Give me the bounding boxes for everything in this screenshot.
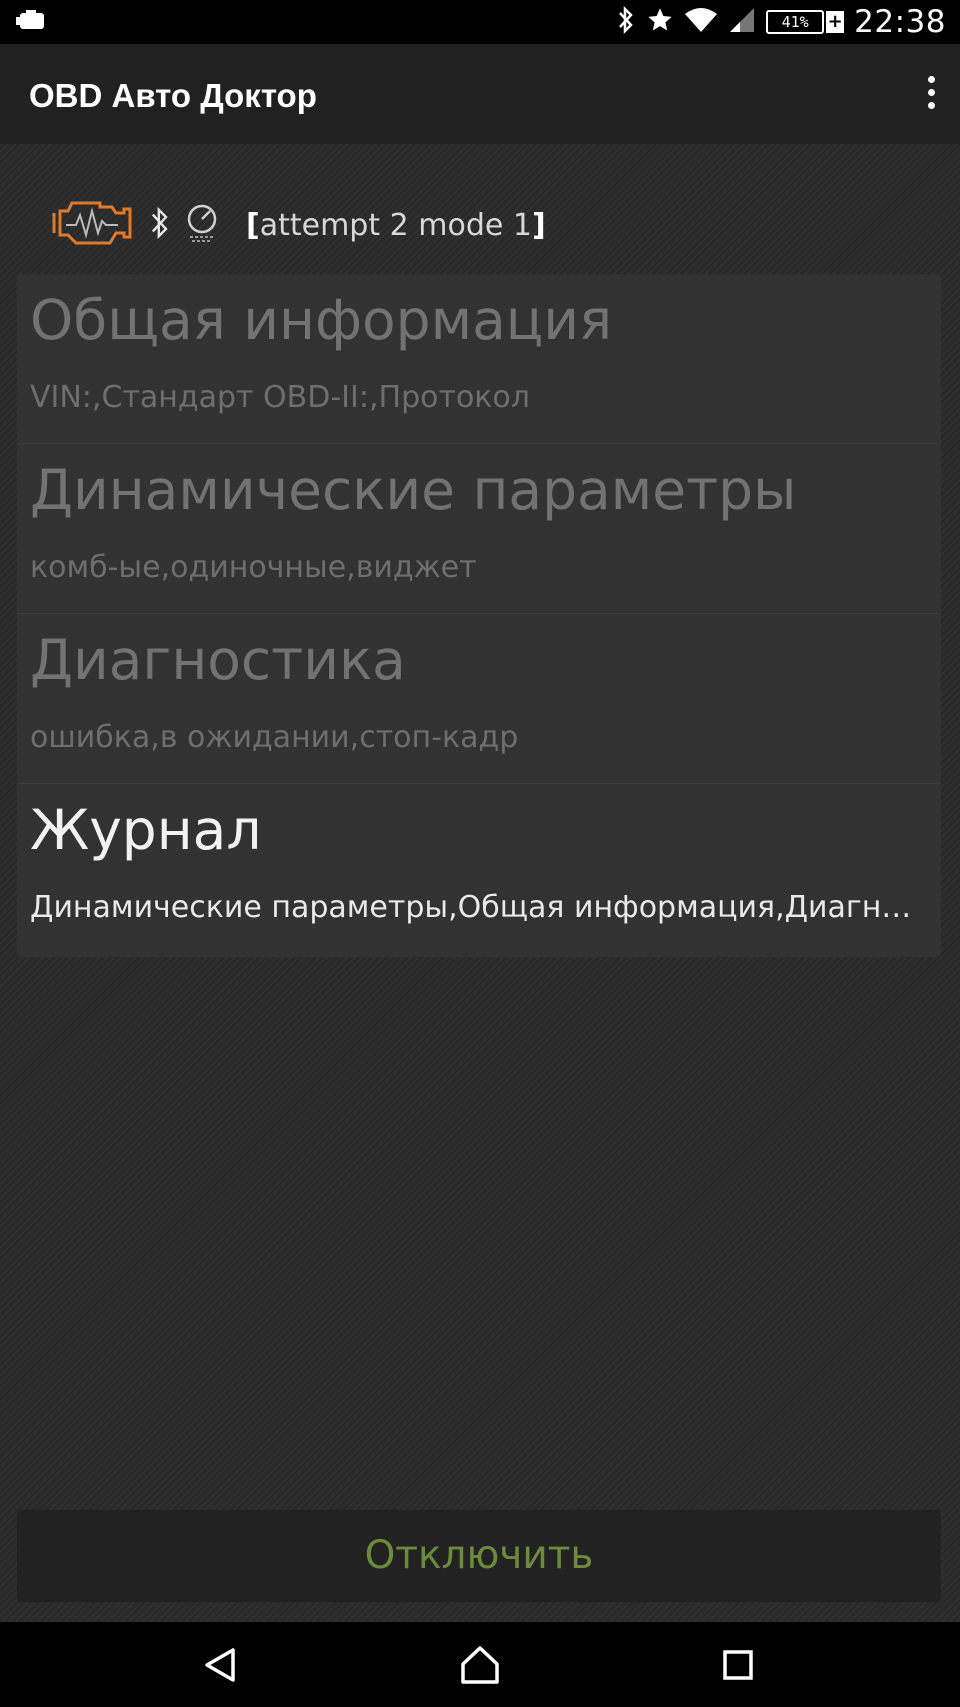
menu-item-general-info[interactable]: Общая информация VIN:,Стандарт OBD-II:,П… [17,274,941,444]
star-icon [646,6,674,38]
main-content: [attempt 2 mode 1] Общая информация VIN:… [0,144,960,1622]
gauge-icon [184,203,220,247]
menu-item-log[interactable]: Журнал Динамические параметры,Общая инфо… [17,784,941,956]
menu-item-subtitle: ошибка,в ожидании,стоп-кадр [30,720,519,755]
charging-icon: + [826,11,845,33]
back-icon[interactable] [197,1640,247,1690]
menu-item-subtitle: комб-ые,одиночные,виджет [30,550,477,585]
status-bar: 41% + 22:38 [0,0,960,44]
notification-icon [16,8,46,38]
cellular-signal-icon [728,6,756,38]
app-bar: OBD Авто Доктор [0,44,960,144]
wifi-icon [684,6,718,38]
connection-status-row: [attempt 2 mode 1] [50,190,546,260]
more-vert-icon[interactable] [924,76,938,112]
home-icon[interactable] [455,1640,505,1690]
menu-item-title: Общая информация [30,288,613,352]
menu-item-diagnostics[interactable]: Диагностика ошибка,в ожидании,стоп-кадр [17,614,941,784]
menu-item-title: Журнал [30,798,262,862]
connection-status-text: [attempt 2 mode 1] [246,207,546,243]
battery-icon: 41% [766,10,825,34]
menu-item-title: Диагностика [30,628,406,692]
clock: 22:38 [854,4,946,40]
recents-icon[interactable] [713,1640,763,1690]
app-title: OBD Авто Доктор [29,77,317,114]
menu-item-dynamic-params[interactable]: Динамические параметры комб-ые,одиночные… [17,444,941,614]
bluetooth-icon [616,5,636,38]
menu-item-title: Динамические параметры [30,458,797,522]
menu-item-subtitle: Динамические параметры,Общая информация,… [30,890,912,925]
main-menu: Общая информация VIN:,Стандарт OBD-II:,П… [17,274,941,957]
disconnect-button[interactable]: Отключить [17,1510,941,1602]
engine-check-icon [50,193,134,257]
navigation-bar [0,1622,960,1707]
battery-level: 41% [781,13,809,31]
bluetooth-icon [148,203,172,247]
menu-item-subtitle: VIN:,Стандарт OBD-II:,Протокол [30,380,530,415]
